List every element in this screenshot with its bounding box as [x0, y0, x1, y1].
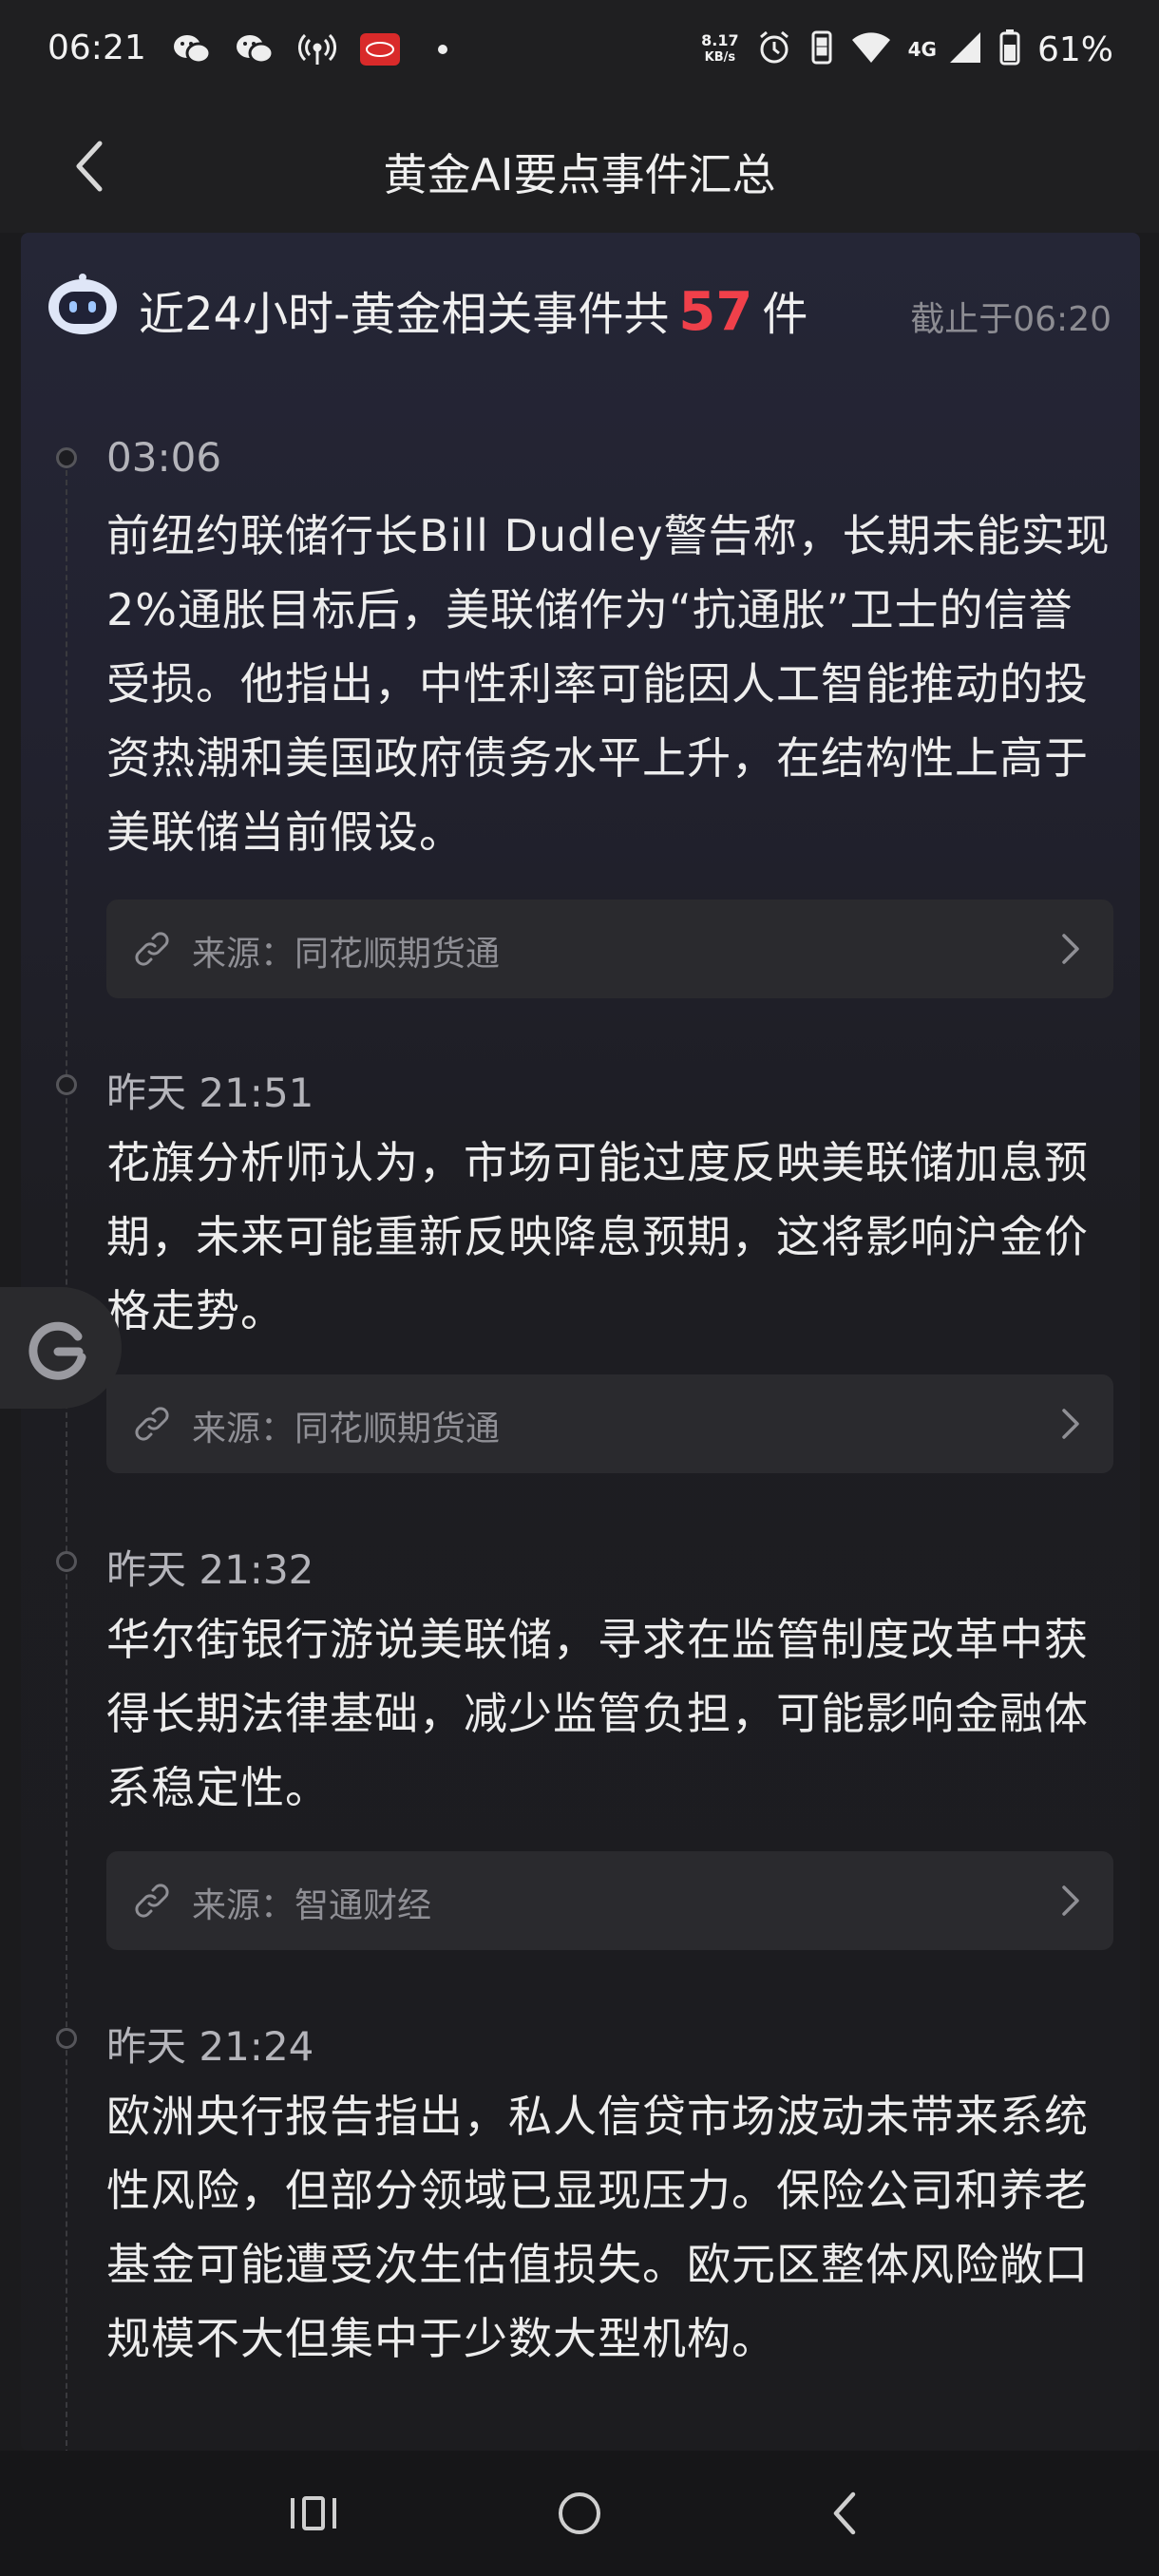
- event-count: 57: [678, 281, 753, 343]
- timeline-dot: [56, 2028, 77, 2049]
- timeline-dot: [56, 1551, 77, 1572]
- system-nav-bar: [0, 2451, 1159, 2576]
- signal-icon: [948, 30, 982, 68]
- link-icon: [135, 932, 169, 966]
- status-time: 06:21: [48, 28, 146, 67]
- app-header: 黄金AI要点事件汇总: [0, 104, 1159, 233]
- summary-prefix: 近24小时-黄金相关事件共: [139, 288, 670, 341]
- event-time: 昨天 21:32: [106, 1546, 314, 1593]
- source-text: 来源：同花顺期货通: [192, 935, 501, 974]
- notification-icons: [171, 28, 464, 70]
- vibrate-icon: [809, 29, 834, 69]
- chevron-right-icon: [1062, 1885, 1079, 1916]
- source-text: 来源：同花顺期货通: [192, 1410, 501, 1449]
- link-icon: [135, 1884, 169, 1918]
- cutoff-time: 截止于06:20: [910, 300, 1112, 339]
- timeline-line: [66, 451, 67, 2455]
- net-speed: 8.17 KB/s: [701, 31, 739, 66]
- event-text: 华尔街银行游说美联储，寻求在监管制度改革中获得长期法律基础，减少监管负担，可能影…: [106, 1614, 1089, 1813]
- system-status-icons: 8.17 KB/s 4G 61%: [701, 27, 1113, 72]
- wechat-icon: [171, 30, 213, 68]
- floating-assistant-button[interactable]: [0, 1287, 122, 1409]
- network-type: 4G: [907, 38, 937, 61]
- source-text: 来源：智通财经: [192, 1886, 432, 1925]
- battery-icon: [999, 29, 1020, 69]
- dot-icon: [422, 30, 464, 68]
- wifi-icon: [851, 30, 891, 68]
- page-title: 黄金AI要点事件汇总: [383, 149, 776, 200]
- summary-row: 近24小时-黄金相关事件共 57 件 截止于06:20: [21, 271, 1140, 347]
- event-time: 昨天 21:24: [106, 2023, 314, 2070]
- back-icon: [833, 2491, 856, 2535]
- ai-robot-icon: [48, 274, 117, 334]
- source-link[interactable]: 来源：智通财经: [106, 1851, 1113, 1950]
- battery-percent: 61%: [1036, 29, 1113, 69]
- home-button[interactable]: [551, 2485, 608, 2542]
- nav-back-button[interactable]: [817, 2485, 874, 2542]
- summary-suffix: 件: [762, 288, 808, 341]
- event-text: 前纽约联储行长Bill Dudley警告称，长期未能实现2%通胀目标后，美联储作…: [106, 510, 1111, 858]
- wechat-icon: [234, 30, 276, 68]
- timeline-dot: [56, 1074, 77, 1095]
- home-icon: [559, 2492, 600, 2534]
- event-time: 03:06: [106, 434, 222, 481]
- hotspot-icon: [296, 30, 338, 68]
- events-card: 近24小时-黄金相关事件共 57 件 截止于06:20 03:06 前纽约联储行长B…: [21, 233, 1140, 2455]
- event-text: 花旗分析师认为，市场可能过度反映美联储加息预期，未来可能重新反映降息预期，这将影…: [106, 1137, 1089, 1336]
- event-time: 昨天 21:51: [106, 1070, 314, 1116]
- recent-apps-icon: [291, 2496, 336, 2530]
- chevron-right-icon: [1062, 1409, 1079, 1439]
- source-link[interactable]: 来源：同花顺期货通: [106, 1374, 1113, 1473]
- summary-headline: 近24小时-黄金相关事件共 57 件: [139, 276, 808, 343]
- chevron-right-icon: [1062, 934, 1079, 964]
- alarm-icon: [756, 29, 792, 69]
- link-icon: [135, 1407, 169, 1441]
- recent-apps-button[interactable]: [285, 2485, 342, 2542]
- event-text: 欧洲央行报告指出，私人信贷市场波动未带来系统性风险，但部分领域已显现压力。保险公…: [106, 2091, 1089, 2364]
- byd-app-icon: [359, 30, 401, 68]
- status-bar: 06:21 8.17 KB/s 4G 61%: [0, 0, 1159, 104]
- source-link[interactable]: 来源：同花顺期货通: [106, 900, 1113, 998]
- timeline-dot: [56, 447, 77, 468]
- refresh-g-icon: [28, 1321, 86, 1380]
